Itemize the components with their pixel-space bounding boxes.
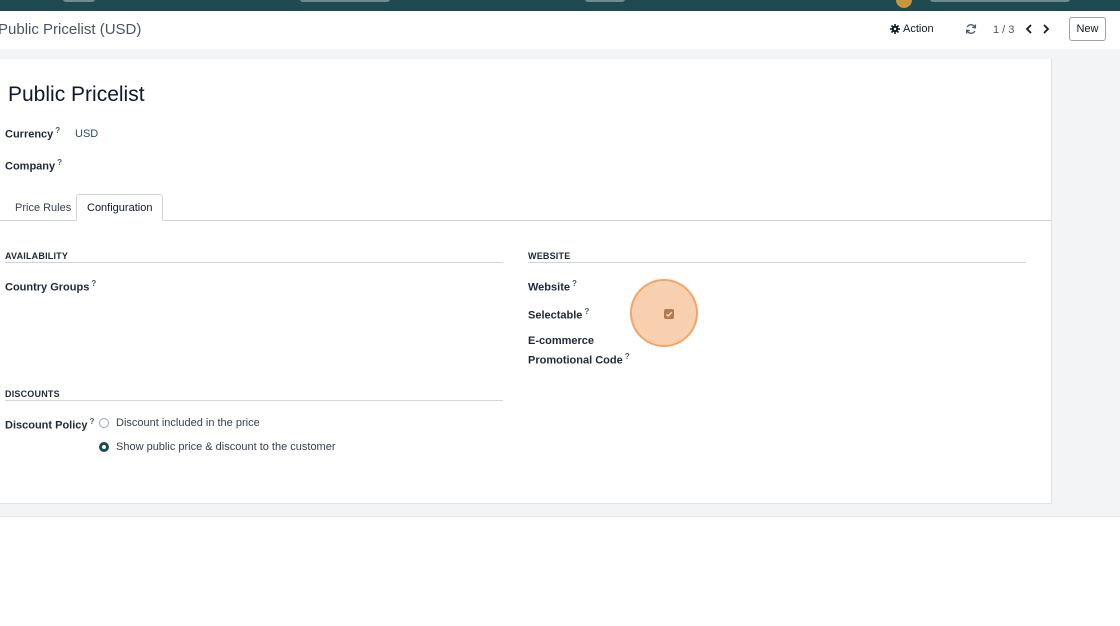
selectable-label: Selectable? <box>528 307 589 322</box>
help-tooltip-icon[interactable]: ? <box>55 126 60 135</box>
promo-code-label-text: E-commerce Promotional Code <box>528 335 623 367</box>
radio-button[interactable] <box>99 418 109 428</box>
radio-button-selected[interactable] <box>99 442 109 452</box>
refresh-icon[interactable] <box>965 23 977 35</box>
record-title[interactable]: Public Pricelist <box>8 83 145 107</box>
company-label: Company? <box>5 158 62 173</box>
action-button[interactable]: Action <box>890 23 934 35</box>
gear-icon <box>890 24 900 34</box>
navbar-app-name[interactable] <box>63 0 95 2</box>
availability-section-title: AVAILABILITY <box>5 251 69 261</box>
selectable-checkbox[interactable] <box>664 309 674 319</box>
tab-configuration[interactable]: Configuration <box>76 194 164 221</box>
new-button[interactable]: New <box>1069 17 1106 41</box>
help-tooltip-icon[interactable]: ? <box>625 352 630 361</box>
promo-code-label: E-commerce Promotional Code? <box>528 333 658 369</box>
checkmark-icon <box>665 311 673 318</box>
website-label-text: Website <box>528 281 570 294</box>
user-avatar[interactable] <box>896 0 912 8</box>
navbar-user-menu[interactable] <box>930 0 1070 2</box>
discount-option-included[interactable]: Discount included in the price <box>99 417 260 429</box>
breadcrumb[interactable]: Public Pricelist (USD) <box>0 21 141 38</box>
radio-label: Show public price & discount to the cust… <box>116 441 336 453</box>
form-view-background: Public Pricelist Currency? USD Company? … <box>0 49 1120 517</box>
section-divider <box>5 262 503 263</box>
discount-policy-label-text: Discount Policy <box>5 419 88 432</box>
currency-label: Currency? <box>5 126 60 141</box>
help-tooltip-icon[interactable]: ? <box>91 279 96 288</box>
form-sheet: Public Pricelist Currency? USD Company? … <box>0 59 1052 504</box>
company-label-text: Company <box>5 160 56 173</box>
help-tooltip-icon[interactable]: ? <box>57 158 62 167</box>
pager-value[interactable]: 1 / 3 <box>993 24 1014 36</box>
section-divider <box>528 262 1026 263</box>
action-label: Action <box>903 23 934 35</box>
section-divider <box>5 400 503 401</box>
control-panel: Public Pricelist (USD) Action 1 / 3 New <box>0 11 1120 50</box>
selectable-label-text: Selectable <box>528 309 583 322</box>
help-tooltip-icon[interactable]: ? <box>584 307 589 316</box>
country-groups-label-text: Country Groups <box>5 281 90 294</box>
discounts-section-title: DISCOUNTS <box>5 389 60 399</box>
website-label: Website? <box>528 279 577 294</box>
discount-policy-label: Discount Policy? <box>5 417 94 432</box>
discount-option-show-public[interactable]: Show public price & discount to the cust… <box>99 441 336 453</box>
tab-price-rules[interactable]: Price Rules <box>5 194 81 221</box>
navbar-menu-item[interactable] <box>300 0 390 2</box>
chevron-left-icon[interactable] <box>1024 23 1034 35</box>
radio-label: Discount included in the price <box>116 417 260 429</box>
help-tooltip-icon[interactable]: ? <box>90 417 95 426</box>
help-tooltip-icon[interactable]: ? <box>572 279 577 288</box>
navbar-menu-item[interactable] <box>585 0 625 2</box>
currency-label-text: Currency <box>5 128 54 141</box>
country-groups-label: Country Groups? <box>5 279 96 294</box>
currency-field[interactable]: USD <box>75 128 98 140</box>
website-section-title: WEBSITE <box>528 251 571 261</box>
main-navbar <box>0 0 1120 11</box>
chevron-right-icon[interactable] <box>1041 23 1051 35</box>
